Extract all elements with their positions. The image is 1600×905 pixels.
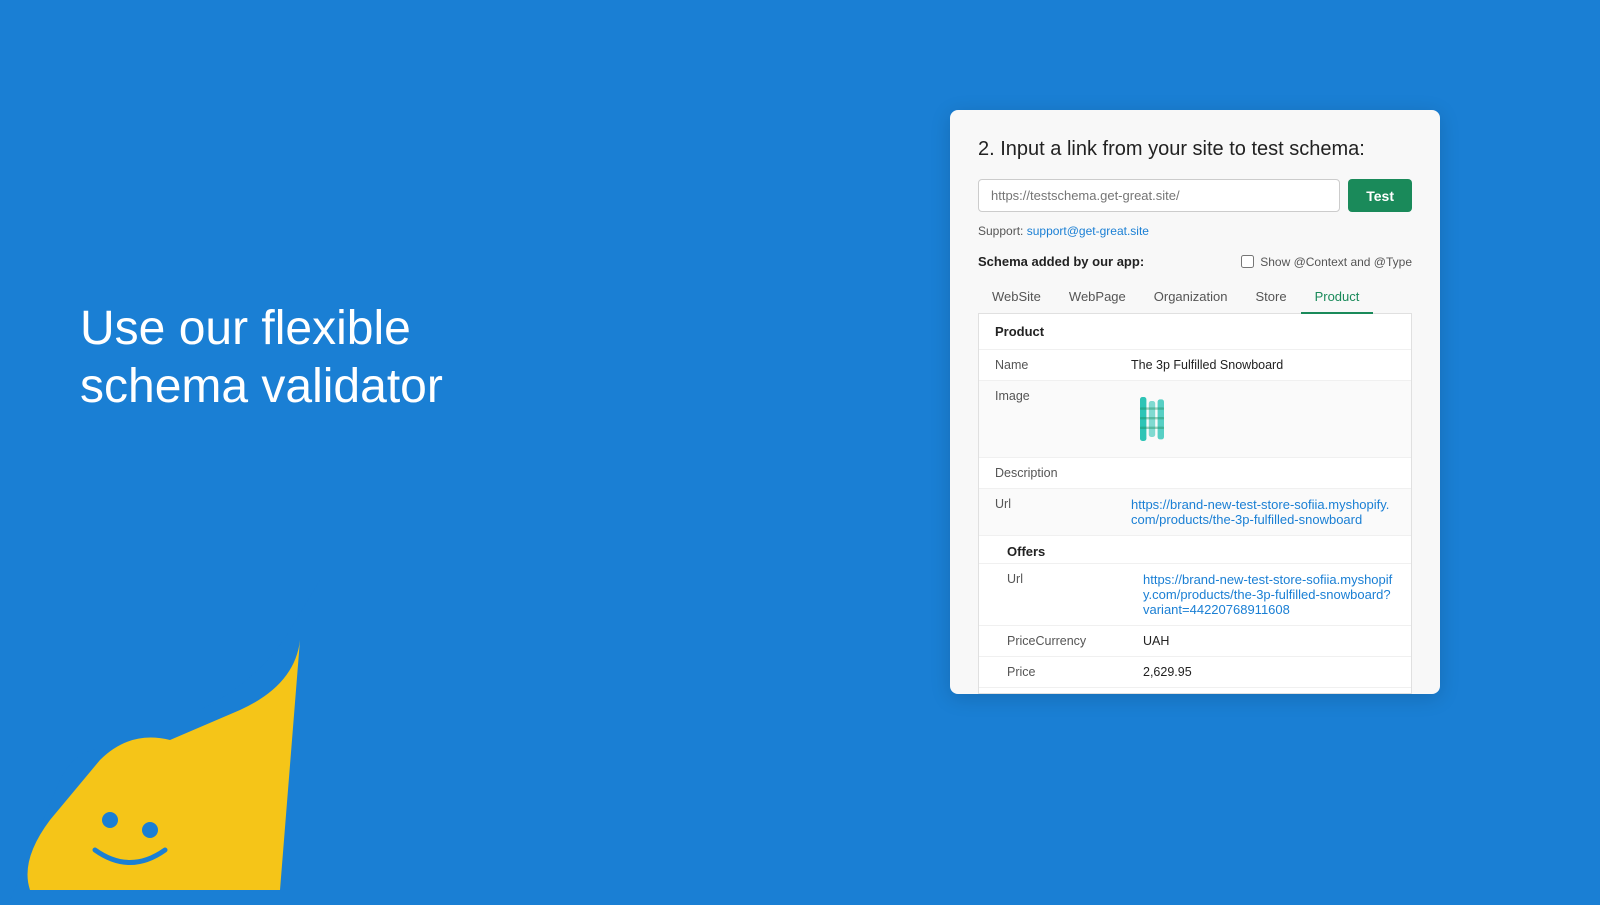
offers-pricevaliduntil-row: PriceValidUntil 2025-02-03 bbox=[979, 687, 1411, 694]
product-url-key: Url bbox=[995, 497, 1115, 511]
tab-store[interactable]: Store bbox=[1241, 281, 1300, 314]
support-label: Support: bbox=[978, 224, 1023, 238]
support-link[interactable]: support@get-great.site bbox=[1027, 224, 1149, 238]
offers-price-key: Price bbox=[1007, 665, 1127, 679]
support-line: Support: support@get-great.site bbox=[978, 224, 1412, 238]
schema-content[interactable]: Product Name The 3p Fulfilled Snowboard … bbox=[978, 314, 1412, 694]
product-image-key: Image bbox=[995, 389, 1115, 403]
offers-pricecurrency-value: UAH bbox=[1143, 634, 1395, 648]
url-input-row: Test bbox=[978, 179, 1412, 212]
tab-organization[interactable]: Organization bbox=[1140, 281, 1242, 314]
product-image-placeholder bbox=[1131, 389, 1181, 449]
tab-webpage[interactable]: WebPage bbox=[1055, 281, 1140, 314]
offers-price-value: 2,629.95 bbox=[1143, 665, 1395, 679]
schema-row: Schema added by our app: Show @Context a… bbox=[978, 254, 1412, 269]
star-decoration bbox=[0, 580, 320, 900]
product-description-key: Description bbox=[995, 466, 1115, 480]
panel-title: 2. Input a link from your site to test s… bbox=[978, 138, 1412, 161]
context-checkbox-label: Show @Context and @Type bbox=[1260, 255, 1412, 269]
tab-product[interactable]: Product bbox=[1301, 281, 1374, 314]
offers-url-key: Url bbox=[1007, 572, 1127, 586]
offers-price-row: Price 2,629.95 bbox=[979, 656, 1411, 687]
hero-line1: Use our flexible bbox=[80, 302, 411, 355]
product-section-header: Product bbox=[979, 314, 1411, 349]
product-name-row: Name The 3p Fulfilled Snowboard bbox=[979, 349, 1411, 380]
schema-validator-panel: 2. Input a link from your site to test s… bbox=[950, 110, 1440, 694]
left-hero-text: Use our flexible schema validator bbox=[80, 300, 443, 415]
offers-url-value[interactable]: https://brand-new-test-store-sofiia.mysh… bbox=[1143, 572, 1395, 617]
offers-pricecurrency-key: PriceCurrency bbox=[1007, 634, 1127, 648]
context-checkbox[interactable] bbox=[1241, 255, 1254, 268]
schema-tabs: WebSite WebPage Organization Store Produ… bbox=[978, 281, 1412, 314]
tab-website[interactable]: WebSite bbox=[978, 281, 1055, 314]
product-name-key: Name bbox=[995, 358, 1115, 372]
product-name-value: The 3p Fulfilled Snowboard bbox=[1131, 358, 1395, 372]
offers-section-header: Offers bbox=[979, 535, 1411, 563]
product-url-value[interactable]: https://brand-new-test-store-sofiia.mysh… bbox=[1131, 497, 1395, 527]
schema-added-label: Schema added by our app: bbox=[978, 254, 1144, 269]
test-button[interactable]: Test bbox=[1348, 179, 1412, 212]
url-input[interactable] bbox=[978, 179, 1340, 212]
offers-pricecurrency-row: PriceCurrency UAH bbox=[979, 625, 1411, 656]
product-description-row: Description bbox=[979, 457, 1411, 488]
offers-url-row: Url https://brand-new-test-store-sofiia.… bbox=[979, 563, 1411, 625]
product-url-row: Url https://brand-new-test-store-sofiia.… bbox=[979, 488, 1411, 535]
product-image-row: Image bbox=[979, 380, 1411, 457]
context-checkbox-row: Show @Context and @Type bbox=[1241, 255, 1412, 269]
hero-line2: schema validator bbox=[80, 360, 443, 413]
